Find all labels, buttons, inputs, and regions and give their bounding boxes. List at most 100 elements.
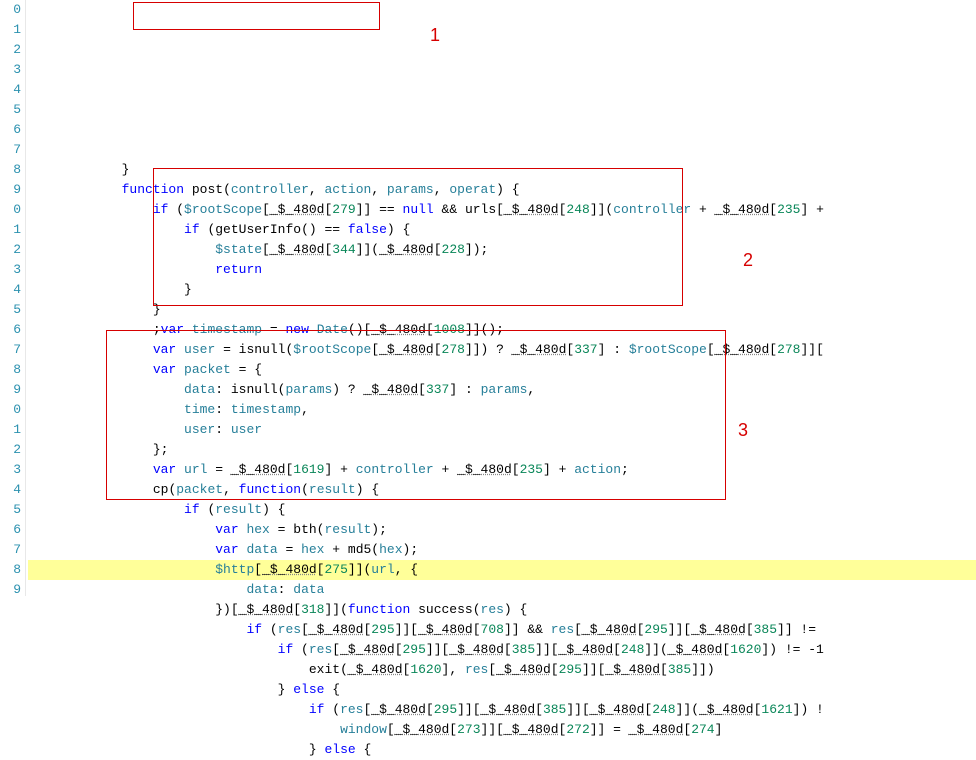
code-line[interactable]: } bbox=[28, 160, 976, 180]
token: , bbox=[223, 482, 239, 497]
token: function bbox=[239, 482, 301, 497]
token: $rootScope bbox=[629, 342, 707, 357]
token: hex bbox=[246, 522, 269, 537]
code-line[interactable]: if (res[_$_480d[295]][_$_480d[385]][_$_4… bbox=[28, 640, 976, 660]
token: res bbox=[551, 622, 574, 637]
token: [ bbox=[363, 702, 371, 717]
token: [ bbox=[535, 702, 543, 717]
token: function bbox=[348, 602, 418, 617]
code-line[interactable]: ;var timestamp = new Date()[_$_480d[1008… bbox=[28, 320, 976, 340]
token: action bbox=[574, 462, 621, 477]
code-line[interactable]: window[_$_480d[273]][_$_480d[272]] = _$_… bbox=[28, 720, 976, 740]
token: [ bbox=[769, 202, 777, 217]
code-line[interactable]: var url = _$_480d[1619] + controller + _… bbox=[28, 460, 976, 480]
token: else bbox=[324, 742, 355, 757]
code-line[interactable]: var hex = bth(result); bbox=[28, 520, 976, 540]
code-line[interactable]: } bbox=[28, 300, 976, 320]
code-line[interactable]: })[_$_480d[318]](function success(res) { bbox=[28, 600, 976, 620]
token: md5 bbox=[348, 542, 371, 557]
token: [ bbox=[574, 622, 582, 637]
token: url bbox=[371, 562, 394, 577]
code-area[interactable]: 1 2 3 } function post(controller, action… bbox=[26, 0, 976, 596]
token: _$_480d bbox=[457, 462, 512, 477]
code-line[interactable]: var data = hex + md5(hex); bbox=[28, 540, 976, 560]
line-number: 8 bbox=[0, 160, 21, 180]
line-number-gutter: 012345678901234567890123456789 bbox=[0, 0, 26, 596]
code-line[interactable]: $http[_$_480d[275]](url, { bbox=[28, 560, 976, 580]
code-line[interactable]: } else { bbox=[28, 740, 976, 760]
code-line[interactable]: data: data bbox=[28, 580, 976, 600]
annotation-box-1 bbox=[133, 2, 380, 30]
token: [ bbox=[449, 722, 457, 737]
token: ) { bbox=[356, 482, 379, 497]
token: [ bbox=[387, 722, 395, 737]
token: if bbox=[184, 502, 207, 517]
token: 295 bbox=[559, 662, 582, 677]
token: packet bbox=[184, 362, 231, 377]
token: ]] = bbox=[590, 722, 629, 737]
token: ]][ bbox=[800, 342, 823, 357]
token: [ bbox=[722, 642, 730, 657]
token: ( bbox=[473, 602, 481, 617]
token: [ bbox=[496, 202, 504, 217]
code-line[interactable]: return bbox=[28, 260, 976, 280]
token: params bbox=[285, 382, 332, 397]
code-line[interactable]: user: user bbox=[28, 420, 976, 440]
token: = bbox=[278, 542, 301, 557]
code-line[interactable]: } else { bbox=[28, 680, 976, 700]
token: [ bbox=[262, 242, 270, 257]
code-line[interactable]: if (result) { bbox=[28, 500, 976, 520]
token: function bbox=[122, 182, 192, 197]
token: 248 bbox=[652, 702, 675, 717]
code-line[interactable]: cp(packet, function(result) { bbox=[28, 480, 976, 500]
token: _$_480d bbox=[629, 722, 684, 737]
token: [ bbox=[512, 462, 520, 477]
code-line[interactable]: if (getUserInfo() == false) { bbox=[28, 220, 976, 240]
token: else bbox=[293, 682, 324, 697]
token: ( bbox=[270, 622, 278, 637]
code-line[interactable]: time: timestamp, bbox=[28, 400, 976, 420]
line-number: 5 bbox=[0, 100, 21, 120]
token: : bbox=[215, 422, 231, 437]
token: _$_480d bbox=[504, 202, 559, 217]
token: ) { bbox=[387, 222, 410, 237]
code-line[interactable]: function post(controller, action, params… bbox=[28, 180, 976, 200]
token: 274 bbox=[691, 722, 714, 737]
line-number: 1 bbox=[0, 20, 21, 40]
line-number: 6 bbox=[0, 120, 21, 140]
token: })[ bbox=[215, 602, 238, 617]
code-line[interactable]: if ($rootScope[_$_480d[279]] == null && … bbox=[28, 200, 976, 220]
line-number: 7 bbox=[0, 340, 21, 360]
code-line[interactable]: var packet = { bbox=[28, 360, 976, 380]
token: + bbox=[434, 462, 457, 477]
code-line[interactable]: exit(_$_480d[1620], res[_$_480d[295]][_$… bbox=[28, 660, 976, 680]
token: [ bbox=[426, 322, 434, 337]
token: 248 bbox=[621, 642, 644, 657]
token: ]]( bbox=[590, 202, 613, 217]
token: 1008 bbox=[434, 322, 465, 337]
token: [ bbox=[293, 602, 301, 617]
token: var bbox=[153, 462, 184, 477]
token: ]]( bbox=[324, 602, 347, 617]
line-number: 9 bbox=[0, 380, 21, 400]
token: ]) ! bbox=[793, 702, 824, 717]
code-line[interactable]: if (res[_$_480d[295]][_$_480d[708]] && r… bbox=[28, 620, 976, 640]
token: var bbox=[153, 342, 184, 357]
token: () == bbox=[301, 222, 348, 237]
code-line[interactable]: }; bbox=[28, 440, 976, 460]
line-number: 7 bbox=[0, 140, 21, 160]
code-line[interactable]: if (res[_$_480d[295]][_$_480d[385]][_$_4… bbox=[28, 700, 976, 720]
code-line[interactable]: var user = isnull($rootScope[_$_480d[278… bbox=[28, 340, 976, 360]
token: = bbox=[262, 322, 285, 337]
code-line[interactable]: } bbox=[28, 280, 976, 300]
code-line[interactable]: data: isnull(params) ? _$_480d[337] : pa… bbox=[28, 380, 976, 400]
token: Date bbox=[317, 322, 348, 337]
code-editor[interactable]: 012345678901234567890123456789 1 2 3 } f… bbox=[0, 0, 976, 596]
token: return bbox=[215, 262, 262, 277]
token: , bbox=[309, 182, 325, 197]
code-line[interactable]: $state[_$_480d[344]](_$_480d[228]); bbox=[28, 240, 976, 260]
token: 295 bbox=[403, 642, 426, 657]
line-number: 9 bbox=[0, 580, 21, 600]
token: { bbox=[356, 742, 372, 757]
token: [ bbox=[746, 622, 754, 637]
